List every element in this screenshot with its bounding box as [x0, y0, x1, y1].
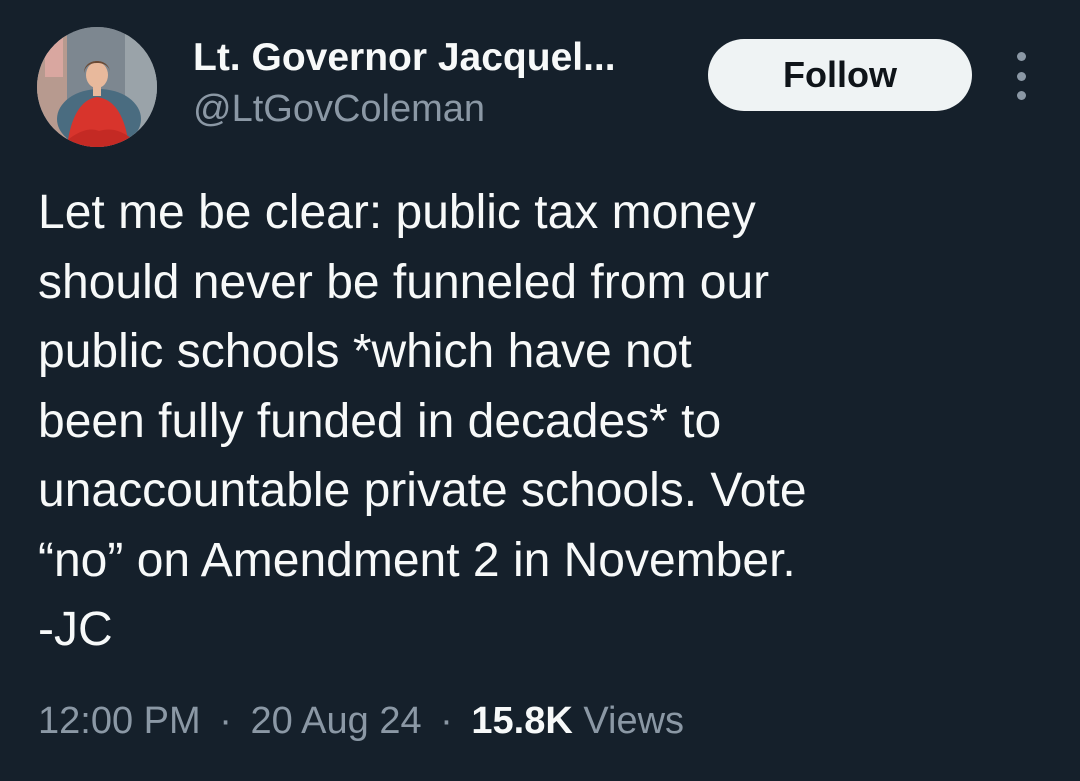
- tweet-date[interactable]: 20 Aug 24: [250, 700, 421, 742]
- tweet-text-line: unaccountable private schools. Vote: [38, 464, 807, 517]
- tweet-text: Let me be clear: public tax money should…: [38, 178, 1048, 665]
- avatar[interactable]: [37, 27, 157, 147]
- more-options-icon[interactable]: [1001, 52, 1041, 100]
- tweet-text-line: “no” on Amendment 2 in November.: [38, 533, 796, 587]
- author-handle[interactable]: @LtGovColeman: [193, 88, 485, 131]
- dot: [1016, 71, 1026, 81]
- tweet-text-line: -JC: [38, 603, 113, 656]
- tweet-text-line: been fully funded in decades* to: [38, 394, 722, 448]
- meta-separator: ·: [440, 700, 453, 742]
- dot: [1016, 91, 1026, 100]
- tweet-meta: 12:00 PM · 20 Aug 24 · 15.8K Views: [38, 700, 684, 743]
- follow-button[interactable]: Follow: [708, 39, 972, 111]
- views-label[interactable]: Views: [583, 700, 684, 742]
- avatar-photo: [37, 27, 157, 147]
- tweet-time[interactable]: 12:00 PM: [38, 700, 201, 742]
- tweet-text-line: should never be funneled from our: [38, 255, 770, 309]
- dot: [1016, 52, 1026, 61]
- views-count[interactable]: 15.8K: [471, 700, 572, 742]
- author-display-name[interactable]: Lt. Governor Jacquel...: [193, 36, 616, 80]
- tweet-card: Lt. Governor Jacquel... @LtGovColeman Fo…: [0, 0, 1080, 781]
- tweet-text-line: public schools *which have not: [38, 325, 692, 378]
- tweet-text-line: Let me be clear: public tax money: [38, 186, 756, 239]
- meta-separator: ·: [219, 700, 232, 742]
